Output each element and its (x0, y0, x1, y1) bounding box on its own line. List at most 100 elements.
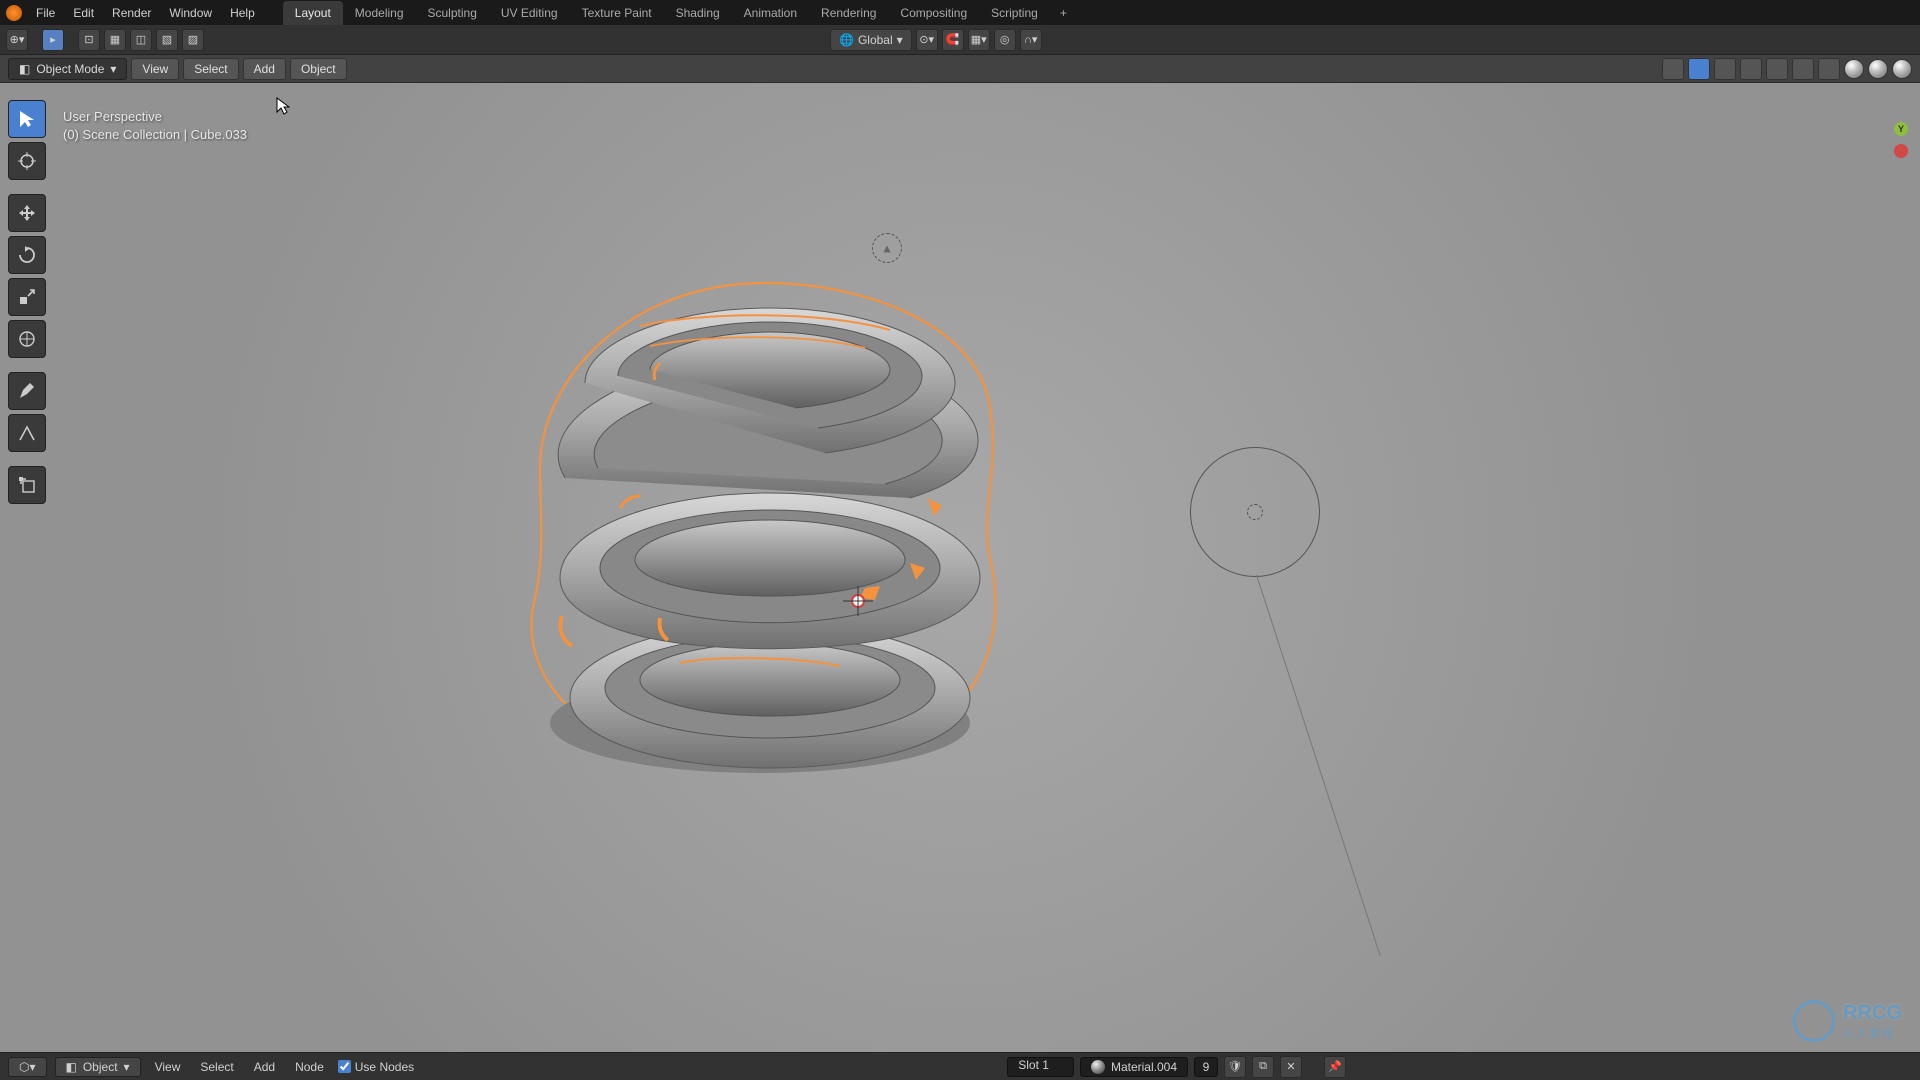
watermark: RRCG 人人素材 (1793, 1000, 1902, 1042)
slot-dropdown[interactable]: Slot 1 (1007, 1057, 1074, 1077)
select-box-icon[interactable]: ▦ (104, 29, 126, 51)
blender-logo-icon (6, 5, 22, 21)
editor-type-dropdown[interactable]: ⬡▾ (8, 1057, 47, 1077)
gizmo-dropdown-icon[interactable] (1714, 58, 1736, 80)
use-nodes-label: Use Nodes (355, 1060, 414, 1074)
xray-toggle-icon[interactable] (1792, 58, 1814, 80)
use-nodes-checkbox[interactable]: Use Nodes (338, 1060, 414, 1074)
tab-uv-editing[interactable]: UV Editing (489, 1, 570, 25)
chevron-down-icon: ▾ (110, 62, 116, 76)
footer-view[interactable]: View (149, 1060, 187, 1074)
footer-node[interactable]: Node (289, 1060, 330, 1074)
pivot-dropdown[interactable]: ⊙▾ (916, 29, 938, 51)
menu-file[interactable]: File (28, 2, 63, 24)
transform-orientation-dropdown[interactable]: 🌐 Global ▾ (830, 29, 912, 51)
cube-icon: ◧ (19, 62, 30, 76)
use-nodes-input[interactable] (338, 1060, 351, 1073)
navigation-gizmo[interactable]: Y (1852, 120, 1912, 180)
node-type-dropdown[interactable]: ◧ Object ▾ (55, 1057, 141, 1077)
menu-render[interactable]: Render (104, 2, 159, 24)
tab-sculpting[interactable]: Sculpting (416, 1, 489, 25)
overlays-dropdown-icon[interactable] (1766, 58, 1788, 80)
tab-layout[interactable]: Layout (283, 1, 343, 25)
menu-view[interactable]: View (131, 58, 179, 80)
watermark-logo-icon (1793, 1000, 1835, 1042)
select-less-icon[interactable]: ▨ (182, 29, 204, 51)
mesh-bands (550, 308, 980, 773)
footer-select[interactable]: Select (194, 1060, 239, 1074)
shading-material-icon[interactable] (1868, 59, 1888, 79)
tab-shading[interactable]: Shading (664, 1, 732, 25)
tool-select-box[interactable] (8, 100, 46, 138)
main-menubar: File Edit Render Window Help Layout Mode… (0, 0, 1920, 25)
menu-select[interactable]: Select (183, 58, 238, 80)
visibility-dropdown-icon[interactable] (1662, 58, 1684, 80)
add-workspace-button[interactable]: + (1050, 1, 1077, 25)
unlink-material-icon[interactable]: ✕ (1280, 1056, 1302, 1078)
shield-icon[interactable]: 🛡 (1224, 1056, 1246, 1078)
main-menu: File Edit Render Window Help (28, 2, 263, 24)
shading-solid-icon[interactable] (1844, 59, 1864, 79)
snap-dropdown[interactable]: ▦▾ (968, 29, 990, 51)
tab-texture-paint[interactable]: Texture Paint (570, 1, 664, 25)
menu-window[interactable]: Window (161, 2, 220, 24)
material-slot-group: Slot 1 Material.004 9 🛡 ⧉ ✕ 📌 (1007, 1056, 1912, 1078)
viewport-perspective-label: User Perspective (63, 108, 247, 126)
material-selector[interactable]: Material.004 (1080, 1057, 1188, 1077)
3d-viewport[interactable] (0, 83, 1920, 1052)
cursor-options-icon[interactable]: ⊕▾ (6, 29, 28, 51)
pin-icon[interactable]: 📌 (1324, 1056, 1346, 1078)
tab-animation[interactable]: Animation (732, 1, 809, 25)
watermark-subtext: 人人素材 (1843, 1025, 1902, 1041)
duplicate-material-icon[interactable]: ⧉ (1252, 1056, 1274, 1078)
mode-dropdown[interactable]: ◧ Object Mode ▾ (8, 58, 127, 80)
light-direction-line (1256, 575, 1381, 956)
material-icon: ◧ (66, 1060, 77, 1074)
tool-transform[interactable] (8, 320, 46, 358)
tool-move[interactable] (8, 194, 46, 232)
material-users-count[interactable]: 9 (1194, 1057, 1218, 1077)
menu-add[interactable]: Add (243, 58, 286, 80)
select-all-icon[interactable]: ⊡ (78, 29, 100, 51)
overlays-toggle-icon[interactable] (1740, 58, 1762, 80)
chevron-down-icon: ▾ (124, 1060, 130, 1074)
footer-add[interactable]: Add (248, 1060, 281, 1074)
node-editor-header: ⬡▾ ◧ Object ▾ View Select Add Node Use N… (0, 1052, 1920, 1080)
tab-rendering[interactable]: Rendering (809, 1, 888, 25)
shading-rendered-icon[interactable] (1892, 59, 1912, 79)
tool-scale[interactable] (8, 278, 46, 316)
tool-add-cube[interactable] (8, 466, 46, 504)
node-editor-icon: ⬡▾ (19, 1060, 36, 1074)
globe-icon: 🌐 (839, 33, 854, 47)
camera-object-icon[interactable] (872, 233, 902, 263)
shading-wireframe-icon[interactable] (1818, 58, 1840, 80)
select-more-icon[interactable]: ▧ (156, 29, 178, 51)
tool-cursor[interactable] (8, 142, 46, 180)
axis-x-icon[interactable] (1894, 144, 1908, 158)
mode-label: Object Mode (36, 62, 104, 76)
tab-modeling[interactable]: Modeling (343, 1, 416, 25)
menu-object[interactable]: Object (290, 58, 347, 80)
gizmo-toggle-icon[interactable] (1688, 58, 1710, 80)
light-object-icon[interactable] (1190, 447, 1320, 577)
viewport-info: User Perspective (0) Scene Collection | … (63, 108, 247, 144)
proportional-toggle[interactable]: ◎ (994, 29, 1016, 51)
tool-measure[interactable] (8, 414, 46, 452)
tab-compositing[interactable]: Compositing (888, 1, 979, 25)
select-tool-icon[interactable]: ▸ (42, 29, 64, 51)
viewport-header-toolbar: ⊕▾ ▸ ⊡ ▦ ◫ ▧ ▨ 🌐 Global ▾ ⊙▾ 🧲 ▦▾ ◎ ∩▾ (0, 25, 1920, 55)
selected-object-cube033[interactable] (510, 268, 1020, 783)
select-invert-icon[interactable]: ◫ (130, 29, 152, 51)
tool-rotate[interactable] (8, 236, 46, 274)
tool-annotate[interactable] (8, 372, 46, 410)
menu-edit[interactable]: Edit (65, 2, 102, 24)
tab-scripting[interactable]: Scripting (979, 1, 1050, 25)
mouse-cursor-icon (276, 97, 290, 117)
snap-toggle[interactable]: 🧲 (942, 29, 964, 51)
menu-help[interactable]: Help (222, 2, 263, 24)
node-type-label: Object (83, 1060, 118, 1074)
proportional-dropdown[interactable]: ∩▾ (1020, 29, 1042, 51)
chevron-down-icon: ▾ (897, 33, 903, 47)
axis-y-icon[interactable]: Y (1894, 122, 1908, 136)
left-toolbar (8, 100, 46, 504)
